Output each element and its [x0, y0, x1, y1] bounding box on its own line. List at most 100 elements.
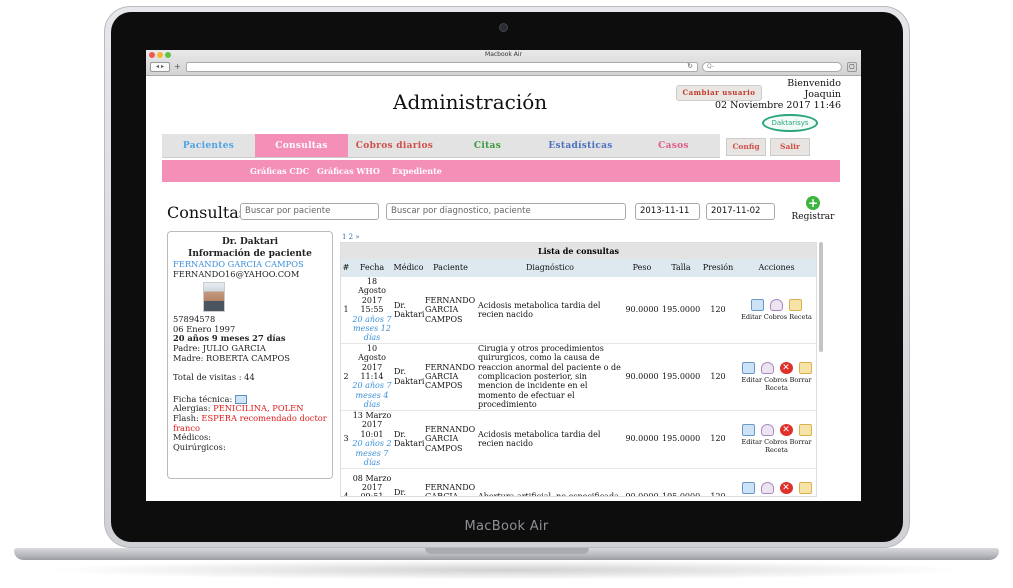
table-row: 3 13 Marzo 2017 10:01 20 años 2 meses 7 dí…	[341, 410, 816, 469]
receta-icon[interactable]	[789, 298, 802, 311]
receta-icon[interactable]	[798, 424, 812, 437]
row-date: 10 Agosto 2017 11:14	[358, 343, 386, 382]
delete-icon[interactable]: ✕	[779, 482, 793, 495]
receta-icon[interactable]	[798, 482, 812, 495]
sub-navigation: Gráficas CDC Gráficas WHO Expediente	[162, 160, 840, 182]
row-number: 3	[341, 410, 351, 469]
row-patient: FERNANDO GARCIA CAMPOS	[424, 468, 477, 496]
row-date: 13 Marzo 2017 10:01	[352, 410, 392, 439]
card-doctor: Dr. Daktari	[221, 237, 278, 247]
col-header-acciones: Acciones	[735, 259, 816, 277]
row-date-cell: 13 Marzo 2017 10:01 20 años 2 meses 7 día…	[351, 410, 393, 469]
cobros-icon[interactable]	[760, 424, 774, 437]
row-height: 195.0000	[661, 277, 701, 344]
url-bar[interactable]: ↻	[186, 62, 698, 72]
col-header-presion: Presión	[701, 259, 735, 277]
date-to-input[interactable]: 2017-11-02	[706, 203, 775, 220]
graficas-who-link[interactable]: Gráficas WHO	[317, 160, 380, 182]
window-title: Macbook Air	[485, 51, 522, 58]
row-age: 20 años 7 meses 4 días	[352, 381, 392, 410]
edit-icon[interactable]	[741, 482, 755, 495]
row-actions: Editar Cobros Receta	[735, 277, 816, 344]
flash-row: Flash: ESPERA recomendado doctor franco	[173, 412, 327, 433]
row-date: 18 Agosto 2017 15:55	[358, 277, 386, 315]
row-actions: ✕Editar Cobros Borrar Receta	[735, 343, 816, 411]
edit-icon[interactable]	[751, 298, 764, 311]
table-header-row: # Fecha Médico Paciente Diagnóstico Peso…	[341, 259, 816, 277]
welcome-text: Bienvenido	[787, 78, 841, 89]
screen: Macbook Air ◂ ▸ + ↻ Q- ▢ Administración …	[146, 50, 861, 501]
browser-chrome: Macbook Air ◂ ▸ + ↻ Q- ▢	[146, 50, 861, 76]
table-body: 1 18 Agosto 2017 15:55 20 años 7 meses 12 …	[341, 277, 817, 497]
action-labels: Editar Cobros Receta	[741, 312, 812, 321]
table-caption: Lista de consultas	[341, 243, 816, 259]
register-button[interactable]: + Registrar	[789, 196, 837, 222]
page-title: Administración	[393, 90, 548, 114]
tab-consultas[interactable]: Consultas	[255, 134, 348, 157]
row-date-cell: 10 Agosto 2017 11:14 20 años 7 meses 4 dí…	[351, 343, 393, 411]
cobros-icon[interactable]	[770, 298, 783, 311]
patient-photo	[203, 282, 225, 313]
graficas-cdc-link[interactable]: Gráficas CDC	[250, 160, 309, 182]
allergies-value: PENICILINA, POLEN	[213, 403, 304, 414]
laptop-shadow	[40, 560, 973, 580]
tab-pacientes[interactable]: Pacientes	[162, 134, 255, 157]
action-labels: Editar Cobros Borrar Receta	[741, 438, 812, 455]
welcome-block: Bienvenido Joaquin 02 Noviembre 2017 11:…	[715, 78, 841, 111]
row-number: 1	[341, 277, 351, 344]
salir-button[interactable]: Salir	[770, 138, 810, 156]
action-labels: Editar Cobros Borrar Receta	[736, 496, 817, 497]
row-patient: FERNANDO GARCIA CAMPOS	[424, 277, 477, 344]
receta-icon[interactable]	[798, 361, 812, 374]
reload-icon[interactable]: ↻	[687, 62, 693, 70]
laptop-notch	[425, 548, 589, 554]
row-actions: ✕Editar Cobros Borrar Receta	[735, 468, 817, 497]
table-scrollbar[interactable]	[819, 242, 823, 352]
row-number: 2	[341, 343, 351, 411]
row-height: 195.0000	[661, 410, 701, 469]
tab-cobros-diarios[interactable]: Cobros diarios	[348, 134, 441, 157]
row-number: 4	[341, 468, 351, 496]
main-tabs: Pacientes Consultas Cobros diarios Citas…	[162, 134, 720, 158]
row-diagnosis: Acidosis metabolica tardia del recien na…	[477, 277, 623, 344]
row-date-cell: 18 Agosto 2017 15:55 20 años 7 meses 12 d…	[351, 277, 393, 344]
tab-citas[interactable]: Citas	[441, 134, 534, 157]
config-button[interactable]: Config	[726, 138, 766, 156]
date-from-input[interactable]: 2013-11-11	[635, 203, 700, 220]
row-doctor: Dr. Daktari	[393, 468, 424, 496]
tab-estadisticas[interactable]: Estadísticas	[534, 134, 627, 157]
new-tab-icon[interactable]: +	[174, 62, 181, 72]
edit-icon[interactable]	[741, 361, 755, 374]
search-patient-input[interactable]: Buscar por paciente	[240, 203, 379, 220]
back-forward-buttons[interactable]: ◂ ▸	[150, 62, 170, 72]
consultas-table: # Fecha Médico Paciente Diagnóstico Peso…	[341, 259, 817, 497]
ficha-label: Ficha técnica:	[173, 393, 233, 404]
row-weight: 90.0000	[623, 277, 661, 344]
col-header-peso: Peso	[623, 259, 661, 277]
device-brand: MacBook Air	[464, 519, 549, 534]
delete-icon[interactable]: ✕	[779, 424, 793, 437]
col-header-medico: Médico	[393, 259, 424, 277]
tab-casos[interactable]: Casos	[627, 134, 720, 157]
quirurgicos-label: Quirúrgicos:	[173, 441, 226, 452]
daktarisys-logo: Daktarisys	[762, 114, 818, 132]
row-doctor: Dr. Daktari	[393, 410, 424, 469]
app-page: Administración Cambiar usuario Bienvenid…	[146, 76, 861, 501]
cobros-icon[interactable]	[760, 361, 774, 374]
action-icons	[736, 298, 816, 311]
row-date: 08 Marzo 2017 09:51	[352, 473, 392, 497]
cobros-icon[interactable]	[760, 482, 774, 495]
col-header-fecha: Fecha	[351, 259, 393, 277]
flash-label: Flash:	[173, 412, 199, 423]
browser-search-field[interactable]: Q-	[702, 62, 842, 72]
table-row: 2 10 Agosto 2017 11:14 20 años 7 meses 4 d…	[341, 343, 816, 411]
sidebar-toggle-icon[interactable]: ▢	[847, 62, 857, 72]
expediente-link[interactable]: Expediente	[392, 160, 442, 182]
pagination[interactable]: 1 2 »	[342, 233, 360, 241]
edit-icon[interactable]	[741, 424, 755, 437]
delete-icon[interactable]: ✕	[779, 361, 793, 374]
col-header-num: #	[341, 259, 351, 277]
side-tabs: Config Salir	[726, 138, 810, 156]
search-diagnosis-input[interactable]: Buscar por diagnostico, paciente	[386, 203, 626, 220]
patient-mother: Madre: ROBERTA CAMPOS	[173, 352, 290, 363]
